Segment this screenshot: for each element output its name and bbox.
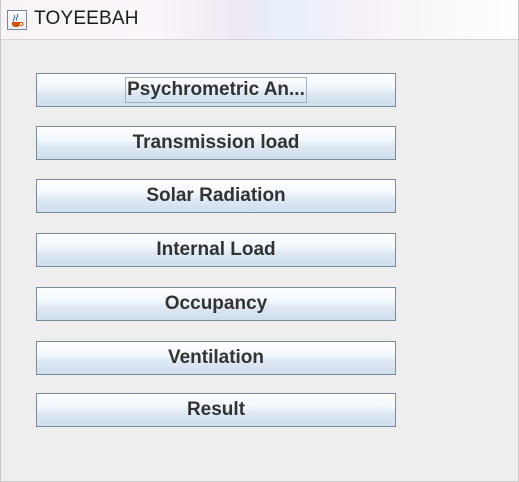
ventilation-button[interactable]: Ventilation: [36, 341, 396, 375]
internal-load-label: Internal Load: [156, 239, 276, 260]
psychrometric-analysis-button[interactable]: Psychrometric An...: [36, 73, 396, 107]
psychrometric-analysis-label: Psychrometric An...: [125, 77, 307, 103]
occupancy-button[interactable]: Occupancy: [36, 287, 396, 321]
solar-radiation-button[interactable]: Solar Radiation: [36, 179, 396, 213]
solar-radiation-label: Solar Radiation: [146, 185, 286, 206]
java-coffee-cup-icon[interactable]: [7, 10, 27, 30]
occupancy-label: Occupancy: [164, 293, 268, 314]
result-label: Result: [186, 399, 246, 420]
internal-load-button[interactable]: Internal Load: [36, 233, 396, 267]
window-title: TOYEEBAH: [34, 8, 139, 29]
app-window: TOYEEBAH Psychrometric An... Transmissio…: [0, 0, 519, 482]
ventilation-label: Ventilation: [167, 347, 265, 368]
transmission-load-button[interactable]: Transmission load: [36, 126, 396, 160]
title-bar[interactable]: TOYEEBAH: [1, 0, 518, 40]
result-button[interactable]: Result: [36, 393, 396, 427]
transmission-load-label: Transmission load: [132, 132, 300, 153]
